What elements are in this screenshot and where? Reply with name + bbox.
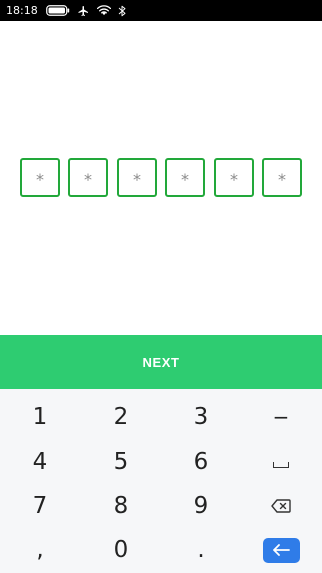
key-4[interactable]: 4	[0, 440, 80, 484]
next-button[interactable]: NEXT	[0, 335, 322, 389]
key-9[interactable]: 9	[161, 484, 241, 528]
pin-input-row[interactable]: * * * * * *	[20, 158, 302, 198]
key-enter[interactable]	[241, 528, 321, 572]
backspace-icon	[271, 499, 291, 513]
key-0[interactable]: 0	[81, 528, 161, 572]
bluetooth-icon	[118, 5, 126, 17]
space-icon	[273, 462, 289, 468]
key-period[interactable]: .	[161, 528, 241, 572]
wifi-icon	[96, 5, 111, 16]
status-bar: 18:18	[0, 0, 322, 21]
key-6[interactable]: 6	[161, 440, 241, 484]
key-7[interactable]: 7	[0, 484, 80, 528]
pin-entry-area: * * * * * *	[0, 21, 322, 335]
status-time: 18:18	[6, 4, 38, 17]
enter-arrow-icon	[262, 537, 300, 563]
pin-box-1[interactable]: *	[20, 158, 60, 197]
key-2[interactable]: 2	[81, 395, 161, 439]
key-3[interactable]: 3	[161, 395, 241, 439]
pin-box-6[interactable]: *	[262, 158, 302, 197]
airplane-mode-icon	[77, 5, 90, 17]
battery-icon	[45, 5, 70, 16]
key-5[interactable]: 5	[81, 440, 161, 484]
key-backspace[interactable]	[241, 484, 321, 528]
pin-box-5[interactable]: *	[214, 158, 254, 197]
numeric-keyboard: 1 2 3 − 4 5 6 7 8 9 , 0 .	[0, 389, 322, 573]
key-1[interactable]: 1	[0, 395, 80, 439]
key-space[interactable]	[241, 440, 321, 484]
key-minus[interactable]: −	[241, 395, 321, 439]
pin-box-2[interactable]: *	[68, 158, 108, 197]
key-comma[interactable]: ,	[0, 528, 80, 572]
pin-box-4[interactable]: *	[165, 158, 205, 197]
key-8[interactable]: 8	[81, 484, 161, 528]
pin-box-3[interactable]: *	[117, 158, 157, 197]
